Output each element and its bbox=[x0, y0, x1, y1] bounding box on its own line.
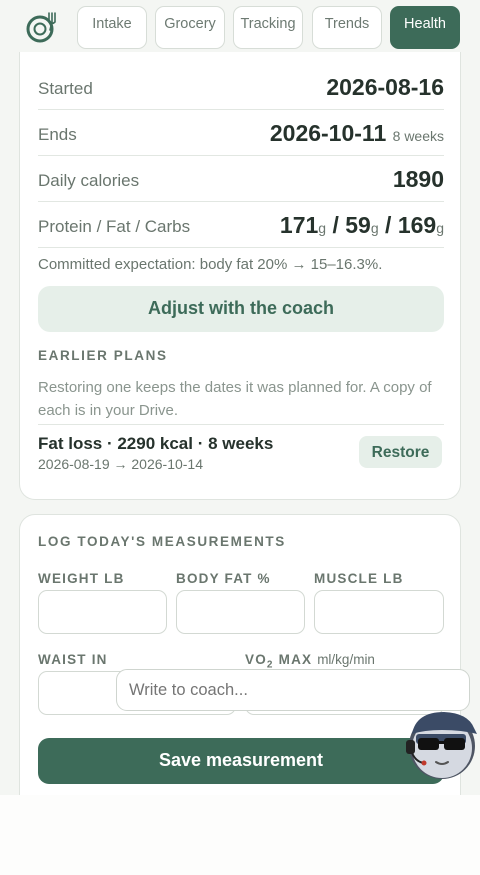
measurements-card: LOG TODAY'S MEASUREMENTS WEIGHT LB BODY … bbox=[19, 514, 461, 814]
vo2-label: VO2 MAX ml/kg/min bbox=[245, 652, 375, 671]
tab-tracking[interactable]: Tracking bbox=[233, 6, 303, 49]
weight-label: WEIGHT LB bbox=[38, 571, 125, 586]
plan-row-started: Started 2026-08-16 bbox=[38, 62, 444, 110]
tab-health[interactable]: Health bbox=[390, 6, 460, 49]
bottom-area bbox=[0, 795, 480, 875]
restore-button[interactable]: Restore bbox=[359, 436, 442, 468]
plan-row-calories: Daily calories 1890 bbox=[38, 156, 444, 202]
earlier-plan-title: Fat loss · 2290 kcal · 8 weeks bbox=[38, 434, 274, 453]
macros-label: Protein / Fat / Carbs bbox=[38, 217, 191, 236]
save-measurement-button[interactable]: Save measurement bbox=[38, 738, 444, 784]
tab-trends[interactable]: Trends bbox=[312, 6, 382, 49]
carbs-value: 169 bbox=[397, 212, 437, 238]
vo2-unit: ml/kg/min bbox=[317, 652, 375, 667]
macros-value: 171g / 59g / 169g bbox=[279, 212, 444, 238]
weight-field[interactable] bbox=[38, 590, 167, 634]
waist-label: WAIST IN bbox=[38, 652, 108, 667]
tab-grocery[interactable]: Grocery bbox=[155, 6, 225, 49]
coach-avatar-icon[interactable] bbox=[402, 704, 478, 782]
app-logo-icon[interactable] bbox=[25, 10, 59, 44]
ends-label: Ends bbox=[38, 125, 77, 144]
top-nav: Intake Grocery Tracking Trends Health bbox=[0, 0, 480, 52]
earlier-plans-heading: EARLIER PLANS bbox=[38, 348, 168, 363]
fat-value: 59 bbox=[345, 212, 371, 238]
ends-value: 2026-10-11 8 weeks bbox=[269, 120, 444, 146]
adjust-with-coach-button[interactable]: Adjust with the coach bbox=[38, 286, 444, 332]
bodyfat-label: BODY FAT % bbox=[176, 571, 271, 586]
started-label: Started bbox=[38, 79, 93, 98]
earlier-plan-dates: 2026-08-19 → 2026-10-14 bbox=[38, 456, 204, 472]
calories-value: 1890 bbox=[392, 166, 444, 192]
started-value: 2026-08-16 bbox=[326, 74, 444, 100]
plan-row-ends: Ends 2026-10-11 8 weeks bbox=[38, 110, 444, 156]
protein-value: 171 bbox=[279, 212, 319, 238]
muscle-label: MUSCLE LB bbox=[314, 571, 404, 586]
bodyfat-field[interactable] bbox=[176, 590, 305, 634]
divider bbox=[38, 424, 444, 425]
ends-duration: 8 weeks bbox=[392, 128, 444, 144]
plan-card: Started 2026-08-16 Ends 2026-10-11 8 wee… bbox=[19, 30, 461, 500]
plan-row-macros: Protein / Fat / Carbs 171g / 59g / 169g bbox=[38, 202, 444, 248]
commitment-text: Committed expectation: body fat 20% → 15… bbox=[38, 256, 383, 273]
muscle-field[interactable] bbox=[314, 590, 444, 634]
tab-intake[interactable]: Intake bbox=[77, 6, 147, 49]
calories-label: Daily calories bbox=[38, 171, 140, 190]
measurements-heading: LOG TODAY'S MEASUREMENTS bbox=[38, 534, 286, 549]
earlier-plans-note: Restoring one keeps the dates it was pla… bbox=[38, 379, 432, 419]
